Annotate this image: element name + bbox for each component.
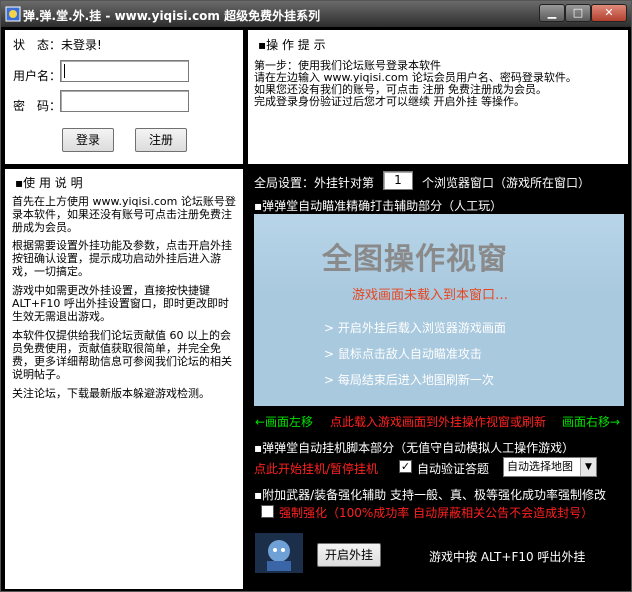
pan-right-link[interactable]: 画面右移→ (562, 413, 620, 430)
load-game-link[interactable]: 点此载入游戏画面到外挂操作视窗或刷新 (330, 413, 546, 430)
maximize-button[interactable]: □ (565, 4, 591, 22)
map-select-value: 自动选择地图 (507, 460, 573, 473)
enhance-heading: ▪附加武器/装备强化辅助 支持一般、真、极等强化成功率强制修改 (254, 488, 606, 502)
force-enhance-checkbox[interactable] (261, 505, 274, 518)
login-button[interactable]: 登录 (62, 128, 114, 152)
usage-paragraph: 首先在上方使用 www.yiqisi.com 论坛账号登录本软件，如果还没有账号… (12, 195, 236, 234)
password-input[interactable] (60, 90, 189, 112)
verify-label: 自动验证答题 (417, 462, 490, 476)
tips-text: 第一步：使用我们论坛账号登录本软件 请在左边输入 www.yiqisi.com … (254, 60, 624, 108)
start-stop-link[interactable]: 点此开始挂机/暂停挂机 (254, 460, 378, 477)
tips-panel: ▪操 作 提 示 第一步：使用我们论坛账号登录本软件 请在左边输入 www.yi… (248, 30, 628, 164)
usage-paragraph: 根据需要设置外挂功能及参数，点击开启外挂按钮确认设置，提示成功启动外挂后进入游戏… (12, 239, 232, 278)
usage-panel: ▪使 用 说 明 首先在上方使用 www.yiqisi.com 论坛账号登录本软… (5, 169, 243, 589)
password-label: 密 码： (13, 99, 62, 113)
verify-checkbox[interactable]: ✓ (399, 460, 412, 473)
check-icon: ✓ (400, 460, 411, 473)
browser-window-input[interactable]: 1 (383, 171, 413, 190)
usage-paragraph: 游戏中如需更改外挂设置，直接按快捷键 ALT+F10 呼出外挂设置窗口，即时更改… (12, 284, 229, 323)
preview-step: > 开启外挂后载入浏览器游戏画面 (324, 321, 506, 335)
global-label-before: 全局设置：外挂针对第 (254, 176, 375, 190)
chevron-down-icon: ▼ (580, 458, 596, 476)
auto-heading: ▪弹弹堂自动挂机脚本部分（无值守自动模拟人工操作游戏） (254, 441, 575, 455)
minimize-icon: ▁ (547, 6, 557, 19)
close-button[interactable]: ✕ (591, 4, 627, 22)
main-window: 弹.弹.堂.外.挂 - www.yiqisi.com 超级免费外挂系列 ▁ □ … (0, 0, 632, 592)
login-panel: 状 态： 未登录! 用户名： 密 码： 登录 注册 (5, 30, 243, 164)
text-cursor (64, 64, 65, 78)
start-cheat-button[interactable]: 开启外挂 (317, 543, 381, 567)
preview-step: > 每局结束后进入地图刷新一次 (324, 373, 494, 387)
username-label: 用户名： (13, 69, 62, 83)
close-icon: ✕ (604, 6, 614, 19)
preview-step: > 鼠标点击敌人自动瞄准攻击 (324, 347, 482, 361)
hotkey-hint: 游戏中按 ALT+F10 呼出外挂 (429, 550, 586, 564)
map-select[interactable]: 自动选择地图 ▼ (503, 457, 597, 477)
pan-left-link[interactable]: ←画面左移 (255, 413, 313, 430)
tips-line: 完成登录身份验证过后您才可以继续 开启外挂 等操作。 (254, 95, 525, 108)
status-value: 未登录! (61, 38, 102, 52)
app-icon (5, 6, 21, 22)
game-preview-window[interactable]: 全图操作视窗 游戏画面未载入到本窗口… > 开启外挂后载入浏览器游戏画面 > 鼠… (254, 214, 624, 406)
global-label-after: 个浏览器窗口（游戏所在窗口） (422, 176, 591, 190)
usage-heading: ▪使 用 说 明 (15, 176, 83, 190)
status-label: 状 态： (13, 38, 62, 52)
title-bar[interactable]: 弹.弹.堂.外.挂 - www.yiqisi.com 超级免费外挂系列 ▁ □ … (1, 1, 631, 27)
usage-paragraph: 关注论坛，下载最新版本躲避游戏检测。 (12, 387, 210, 400)
usage-paragraph: 本软件仅提供给我们论坛贡献值 60 以上的会员免费使用，贡献值获取很简单，并完全… (12, 329, 232, 381)
preview-subtitle: 游戏画面未载入到本窗口… (352, 288, 509, 303)
tips-heading: ▪操 作 提 示 (258, 38, 326, 52)
minimize-button[interactable]: ▁ (539, 4, 565, 22)
force-enhance-label: 强制强化（100%成功率 自动屏蔽相关公告不会造成封号） (279, 506, 594, 520)
preview-title: 全图操作视窗 (322, 242, 508, 277)
window-title: 弹.弹.堂.外.挂 - www.yiqisi.com 超级免费外挂系列 (23, 9, 321, 23)
maximize-icon: □ (572, 6, 584, 19)
aim-heading: ▪弹弹堂自动瞄准精确打击辅助部分（人工玩） (254, 199, 503, 213)
character-avatar (255, 533, 303, 573)
register-button[interactable]: 注册 (135, 128, 187, 152)
username-input[interactable] (60, 60, 189, 82)
